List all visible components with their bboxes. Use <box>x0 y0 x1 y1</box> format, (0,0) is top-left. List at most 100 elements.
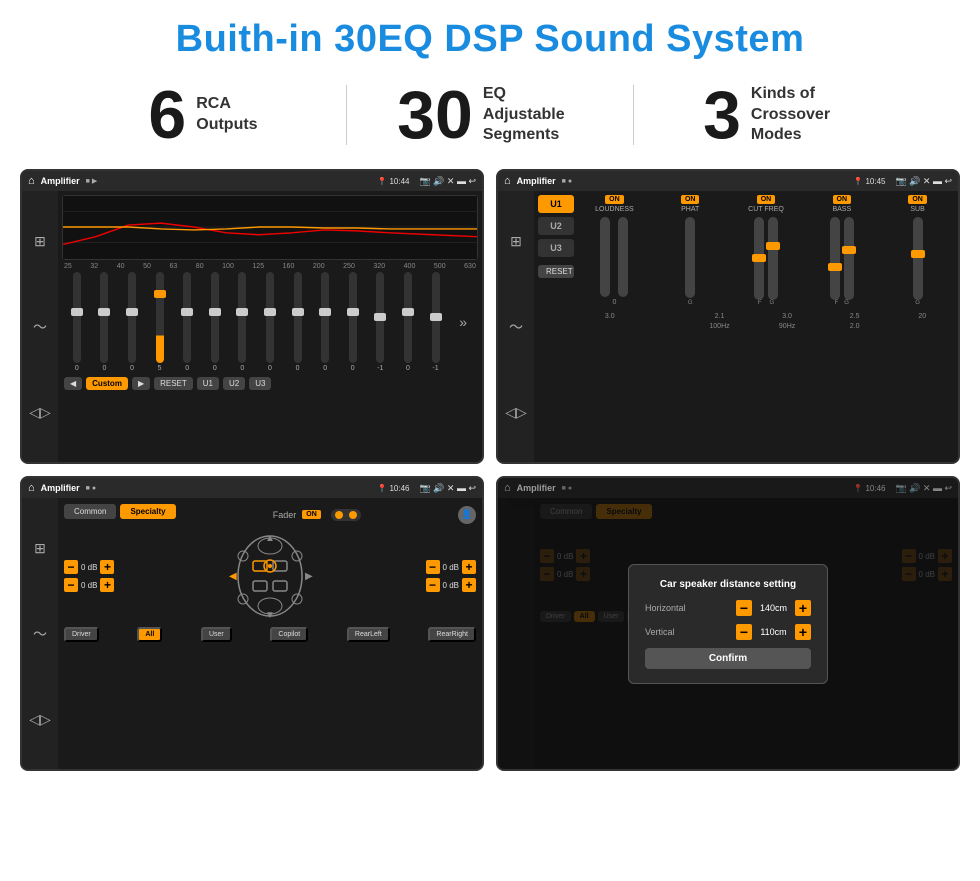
vol-minus-2[interactable]: − <box>64 578 78 592</box>
btn-rearright[interactable]: RearRight <box>428 627 476 642</box>
speaker-wave-icon[interactable]: 〜 <box>33 624 47 644</box>
horizontal-plus[interactable]: + <box>795 600 811 616</box>
svg-text:▲: ▲ <box>265 533 275 544</box>
eq-slider-6[interactable]: 0 <box>202 272 228 372</box>
bass-slider-1[interactable] <box>830 217 840 300</box>
eq-slider-13[interactable]: 0 <box>395 272 421 372</box>
home-icon[interactable]: ⌂ <box>28 175 35 187</box>
eq-volume-icon[interactable]: ◁▷ <box>29 404 51 421</box>
horizontal-row: Horizontal − 140cm + <box>645 600 811 616</box>
eq-slider-3[interactable]: 0 <box>119 272 145 372</box>
cutfreq-on[interactable]: ON <box>757 195 776 204</box>
vertical-minus[interactable]: − <box>736 624 752 640</box>
speaker-vol-icon[interactable]: ◁▷ <box>29 711 51 728</box>
loudness-slider-1[interactable] <box>600 217 610 297</box>
speaker-tuner-icon[interactable]: ⊞ <box>34 540 46 557</box>
eq-slider-12[interactable]: -1 <box>368 272 394 372</box>
speaker-sidebar: ⊞ 〜 ◁▷ <box>22 498 58 769</box>
profile-icon[interactable]: 👤 <box>458 506 476 524</box>
loudness-label: LOUDNESS <box>595 206 634 213</box>
sub-slider-1[interactable] <box>913 217 923 300</box>
vol-plus-1[interactable]: + <box>100 560 114 574</box>
bass-slider-2[interactable] <box>844 217 854 300</box>
phat-on[interactable]: ON <box>681 195 700 204</box>
eq-app-title: Amplifier <box>41 176 80 186</box>
eq-slider-11[interactable]: 0 <box>340 272 366 372</box>
eq-slider-10[interactable]: 0 <box>312 272 338 372</box>
sub-on[interactable]: ON <box>908 195 927 204</box>
dsp-preset-u3[interactable]: U3 <box>538 239 574 257</box>
vol-minus-3[interactable]: − <box>426 560 440 574</box>
eq-slider-8[interactable]: 0 <box>257 272 283 372</box>
dsp-controls: ON LOUDNESS 0 ON PHAT <box>578 195 954 458</box>
vol-controls-right: − 0 dB + − 0 dB + <box>426 560 476 592</box>
speaker-home-icon[interactable]: ⌂ <box>28 482 35 494</box>
tab-common[interactable]: Common <box>64 504 116 519</box>
bass-label: BASS <box>832 206 851 213</box>
confirm-button[interactable]: Confirm <box>645 648 811 669</box>
vertical-value-row: − 110cm + <box>736 624 811 640</box>
svg-text:▶: ▶ <box>305 571 313 582</box>
speaker-tabs: Common Specialty <box>64 504 176 519</box>
bass-on[interactable]: ON <box>833 195 852 204</box>
horizontal-minus[interactable]: − <box>736 600 752 616</box>
dsp-sidebar: ⊞ 〜 ◁▷ <box>498 191 534 462</box>
stat-eq: 30 EQ Adjustable Segments <box>347 81 633 149</box>
eq-slider-4[interactable]: 5 <box>147 272 173 372</box>
eq-u3-btn[interactable]: U3 <box>249 377 271 390</box>
vol-minus-1[interactable]: − <box>64 560 78 574</box>
dsp-home-icon[interactable]: ⌂ <box>504 175 511 187</box>
eq-slider-1[interactable]: 0 <box>64 272 90 372</box>
eq-next-btn[interactable]: ▶ <box>132 377 150 390</box>
dsp-preset-u2[interactable]: U2 <box>538 217 574 235</box>
eq-slider-7[interactable]: 0 <box>230 272 256 372</box>
eq-u2-btn[interactable]: U2 <box>223 377 245 390</box>
dsp-wave-icon[interactable]: 〜 <box>509 317 523 337</box>
dsp-tuner-icon[interactable]: ⊞ <box>510 233 522 250</box>
dsp-volume-icon[interactable]: ◁▷ <box>505 404 527 421</box>
eq-u1-btn[interactable]: U1 <box>197 377 219 390</box>
vol-minus-4[interactable]: − <box>426 578 440 592</box>
loudness-on[interactable]: ON <box>605 195 624 204</box>
dsp-reset-btn[interactable]: RESET <box>538 265 574 278</box>
eq-slider-9[interactable]: 0 <box>285 272 311 372</box>
eq-custom-btn[interactable]: Custom <box>86 377 128 390</box>
car-diagram: ◀ ▶ ▲ ▼ <box>120 531 419 621</box>
btn-user[interactable]: User <box>201 627 232 642</box>
cutfreq-slider-g[interactable] <box>768 217 778 300</box>
eq-wave-icon[interactable]: 〜 <box>33 317 47 337</box>
stats-row: 6 RCA Outputs 30 EQ Adjustable Segments … <box>0 71 980 163</box>
loudness-slider-2[interactable] <box>618 217 628 297</box>
dsp-phat: ON PHAT G <box>654 195 727 306</box>
eq-slider-2[interactable]: 0 <box>92 272 118 372</box>
dsp-preset-u1[interactable]: U1 <box>538 195 574 213</box>
cutfreq-label: CUT FREQ <box>748 206 784 213</box>
eq-prev-btn[interactable]: ◀ <box>64 377 82 390</box>
eq-slider-5[interactable]: 0 <box>174 272 200 372</box>
btn-driver[interactable]: Driver <box>64 627 99 642</box>
btn-rearleft[interactable]: RearLeft <box>347 627 390 642</box>
phat-slider-1[interactable] <box>685 217 695 298</box>
tab-specialty[interactable]: Specialty <box>120 504 175 519</box>
btn-copilot[interactable]: Copilot <box>270 627 308 642</box>
vol-plus-4[interactable]: + <box>462 578 476 592</box>
screens-grid: ⌂ Amplifier ■ ▶ 📍 10:44 📷 🔊 ✕ ▬ ↩ ⊞ 〜 ◁▷ <box>0 163 980 781</box>
stat-eq-label: EQ Adjustable Segments <box>483 84 583 146</box>
dsp-topbar-icons: 📷 🔊 ✕ ▬ ↩ <box>896 176 953 187</box>
vol-plus-3[interactable]: + <box>462 560 476 574</box>
eq-reset-btn[interactable]: RESET <box>154 377 193 390</box>
eq-slider-14[interactable]: -1 <box>423 272 449 372</box>
eq-tuner-icon[interactable]: ⊞ <box>34 233 46 250</box>
vertical-plus[interactable]: + <box>795 624 811 640</box>
stat-eq-number: 30 <box>397 81 473 149</box>
btn-all[interactable]: All <box>137 627 162 642</box>
speaker-diagram-area: − 0 dB + − 0 dB + <box>64 531 476 621</box>
speaker-topbar: ⌂ Amplifier ■ ● 📍 10:46 📷 🔊 ✕ ▬ ↩ <box>22 478 482 498</box>
eq-expand-btn[interactable]: » <box>450 272 476 372</box>
cutfreq-slider-f[interactable] <box>754 217 764 300</box>
speaker-app-title: Amplifier <box>41 483 80 493</box>
vol-plus-2[interactable]: + <box>100 578 114 592</box>
eq-screen-panel: ⌂ Amplifier ■ ▶ 📍 10:44 📷 🔊 ✕ ▬ ↩ ⊞ 〜 ◁▷ <box>20 169 484 464</box>
stat-rca: 6 RCA Outputs <box>60 81 346 149</box>
fader-on-badge[interactable]: ON <box>302 510 321 519</box>
